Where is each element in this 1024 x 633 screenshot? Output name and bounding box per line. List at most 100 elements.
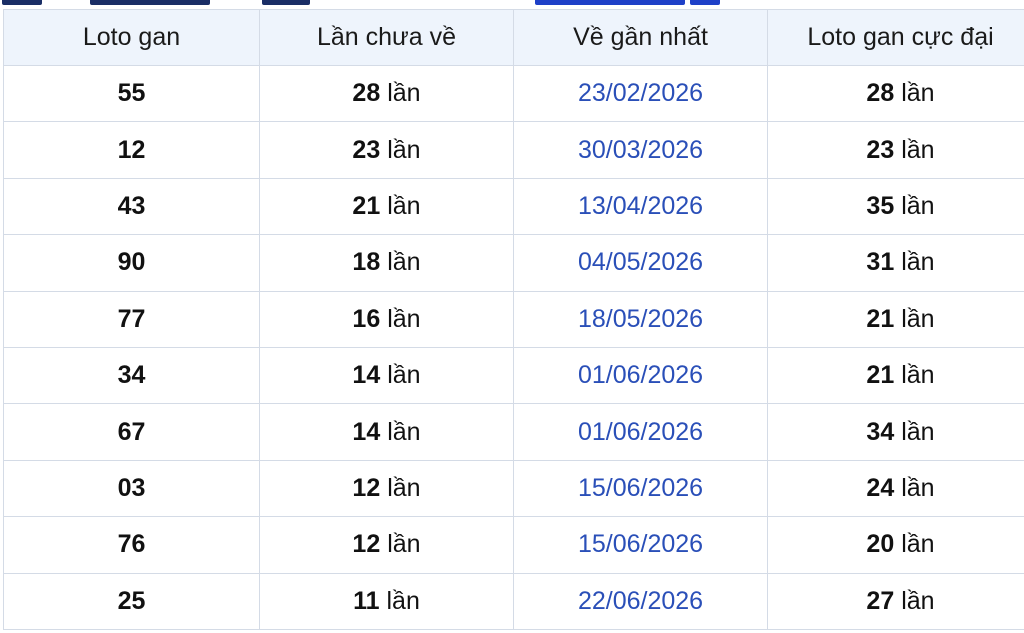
cell-loto: 55 — [3, 64, 260, 123]
missed-count: 23 — [352, 135, 381, 164]
unit-label: lần — [386, 586, 420, 615]
cell-max-gan: 23 lần — [767, 121, 1024, 179]
missed-count: 12 — [352, 530, 381, 559]
cell-missed: 14 lần — [259, 403, 514, 461]
last-date-link[interactable]: 18/05/2026 — [578, 305, 703, 333]
unit-label: lần — [387, 530, 421, 559]
last-date-link[interactable]: 23/02/2026 — [578, 79, 703, 107]
cell-last-date: 22/06/2026 — [513, 572, 768, 630]
loto-number: 34 — [117, 361, 146, 390]
heading-fragment — [262, 0, 310, 5]
loto-number: 76 — [117, 530, 146, 559]
cell-loto: 67 — [3, 403, 260, 461]
max-gan-count: 34 — [866, 417, 895, 446]
last-date-link[interactable]: 01/06/2026 — [578, 418, 703, 446]
heading-link-fragment[interactable] — [535, 0, 685, 5]
cell-last-date: 13/04/2026 — [513, 177, 768, 236]
loto-gan-table: Loto gan Lần chưa về Về gần nhất Loto ga… — [3, 9, 1024, 630]
last-date-link[interactable]: 22/06/2026 — [578, 587, 703, 615]
unit-label: lần — [387, 473, 421, 502]
unit-label: lần — [901, 248, 935, 277]
missed-count: 28 — [352, 79, 381, 108]
cell-max-gan: 28 lần — [767, 64, 1024, 123]
last-date-link[interactable]: 30/03/2026 — [578, 136, 703, 164]
table-row: 03 12 lần 15/06/2026 24 lần — [3, 459, 1024, 518]
cell-last-date: 04/05/2026 — [513, 234, 768, 292]
cell-max-gan: 27 lần — [767, 572, 1024, 630]
last-date-link[interactable]: 15/06/2026 — [578, 530, 703, 558]
cropped-section-heading — [0, 0, 1024, 9]
max-gan-count: 31 — [866, 248, 895, 277]
heading-fragment — [2, 0, 42, 5]
unit-label: lần — [387, 79, 421, 108]
cell-last-date: 18/05/2026 — [513, 290, 768, 348]
unit-label: lần — [901, 191, 935, 220]
heading-link-fragment[interactable] — [690, 0, 720, 5]
heading-fragment — [90, 0, 210, 5]
loto-number: 90 — [117, 248, 146, 277]
cell-loto: 90 — [3, 234, 260, 292]
loto-number: 12 — [117, 135, 146, 164]
cell-last-date: 01/06/2026 — [513, 346, 768, 405]
max-gan-count: 21 — [866, 304, 895, 333]
loto-number: 25 — [117, 586, 146, 615]
unit-label: lần — [387, 248, 421, 277]
unit-label: lần — [901, 361, 935, 390]
table-row: 25 11 lần 22/06/2026 27 lần — [3, 572, 1024, 630]
max-gan-count: 24 — [866, 473, 895, 502]
last-date-link[interactable]: 15/06/2026 — [578, 474, 703, 502]
unit-label: lần — [387, 361, 421, 390]
table-row: 77 16 lần 18/05/2026 21 lần — [3, 290, 1024, 348]
cell-max-gan: 24 lần — [767, 459, 1024, 518]
cell-loto: 43 — [3, 177, 260, 236]
table-header: Loto gan Lần chưa về Về gần nhất Loto ga… — [3, 9, 1024, 66]
cell-max-gan: 21 lần — [767, 346, 1024, 405]
cell-loto: 12 — [3, 121, 260, 179]
cell-loto: 76 — [3, 516, 260, 574]
cell-missed: 23 lần — [259, 121, 514, 179]
missed-count: 18 — [352, 248, 381, 277]
unit-label: lần — [901, 473, 935, 502]
max-gan-count: 27 — [866, 586, 895, 615]
table-row: 55 28 lần 23/02/2026 28 lần — [3, 64, 1024, 123]
cell-missed: 11 lần — [259, 572, 514, 630]
unit-label: lần — [901, 530, 935, 559]
last-date-link[interactable]: 13/04/2026 — [578, 192, 703, 220]
cell-last-date: 15/06/2026 — [513, 516, 768, 574]
table-body: 55 28 lần 23/02/2026 28 lần 12 23 lần 30/03/20… — [3, 64, 1024, 630]
header-missed-count: Lần chưa về — [259, 9, 514, 66]
max-gan-count: 21 — [866, 361, 895, 390]
unit-label: lần — [387, 304, 421, 333]
missed-count: 14 — [352, 417, 381, 446]
table-row: 67 14 lần 01/06/2026 34 lần — [3, 403, 1024, 461]
cell-missed: 21 lần — [259, 177, 514, 236]
header-loto-gan: Loto gan — [3, 9, 260, 66]
cell-max-gan: 31 lần — [767, 234, 1024, 292]
header-last-appearance: Về gần nhất — [513, 9, 768, 66]
unit-label: lần — [901, 304, 935, 333]
loto-number: 55 — [117, 79, 146, 108]
last-date-link[interactable]: 01/06/2026 — [578, 361, 703, 389]
cell-missed: 16 lần — [259, 290, 514, 348]
cell-last-date: 30/03/2026 — [513, 121, 768, 179]
cell-loto: 03 — [3, 459, 260, 518]
missed-count: 14 — [352, 361, 381, 390]
cell-loto: 25 — [3, 572, 260, 630]
loto-number: 77 — [117, 304, 146, 333]
cell-last-date: 23/02/2026 — [513, 64, 768, 123]
unit-label: lần — [901, 135, 935, 164]
loto-number: 03 — [117, 473, 146, 502]
last-date-link[interactable]: 04/05/2026 — [578, 248, 703, 276]
max-gan-count: 20 — [866, 530, 895, 559]
loto-number: 43 — [117, 191, 146, 220]
cell-missed: 12 lần — [259, 459, 514, 518]
max-gan-count: 35 — [866, 191, 895, 220]
cell-missed: 14 lần — [259, 346, 514, 405]
cell-last-date: 15/06/2026 — [513, 459, 768, 518]
missed-count: 11 — [353, 586, 380, 615]
table-row: 34 14 lần 01/06/2026 21 lần — [3, 346, 1024, 405]
cell-max-gan: 34 lần — [767, 403, 1024, 461]
cell-max-gan: 21 lần — [767, 290, 1024, 348]
unit-label: lần — [901, 79, 935, 108]
table-row: 90 18 lần 04/05/2026 31 lần — [3, 234, 1024, 292]
